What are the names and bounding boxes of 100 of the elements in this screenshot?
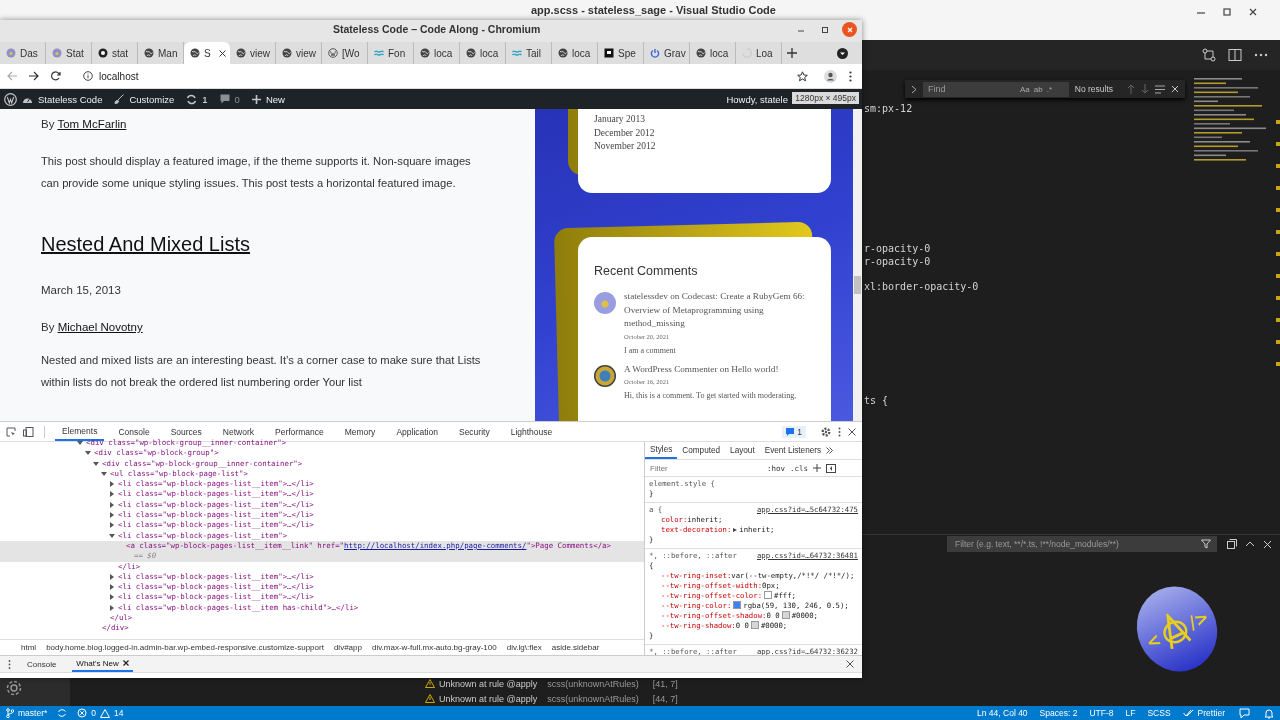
devtools-tab[interactable]: Lighthouse — [503, 422, 560, 441]
more-icon[interactable] — [1254, 53, 1268, 57]
breadcrumb[interactable]: div.lg\:flex — [506, 643, 542, 652]
devtools-tab[interactable]: Sources — [163, 422, 209, 441]
refresh-icon[interactable] — [186, 93, 198, 105]
forward-icon[interactable] — [29, 71, 39, 81]
devtools-tab[interactable]: Network — [215, 422, 261, 441]
update-count[interactable]: 1 — [202, 93, 208, 105]
archive-link[interactable]: November 2012 — [594, 140, 656, 154]
filter-field[interactable]: Filter (e.g. text, **/*.ts, !**/node_modules/**) — [947, 536, 1217, 552]
address-bar[interactable]: localhost — [83, 66, 812, 86]
breadcrumb[interactable]: html — [21, 643, 37, 652]
breadcrumb[interactable]: div.max-w-full.mx-auto.bg-gray-100 — [371, 643, 497, 652]
language-mode[interactable]: SCSS — [1147, 708, 1171, 718]
find-field[interactable]: Find Aa ab .* — [923, 81, 1069, 97]
color-swatch[interactable] — [781, 611, 790, 619]
styles-tab[interactable]: Computed — [677, 442, 726, 459]
color-swatch[interactable] — [733, 601, 742, 609]
reload-icon[interactable] — [51, 71, 61, 81]
split-editor-icon[interactable] — [1228, 48, 1242, 62]
color-swatch[interactable] — [750, 621, 759, 629]
styles-tab[interactable]: Styles — [645, 442, 678, 459]
browser-tab[interactable]: S — [184, 42, 230, 64]
profile-icon[interactable] — [824, 69, 837, 83]
plus-icon[interactable] — [787, 48, 797, 58]
find-option[interactable]: .* — [1046, 84, 1053, 94]
error-count[interactable]: 0 — [91, 708, 97, 718]
styles-tab[interactable]: Layout — [725, 442, 760, 459]
wordpress-icon[interactable] — [4, 92, 17, 106]
feedback-icon[interactable] — [1239, 707, 1250, 719]
breadcrumb[interactable]: aside.sidebar — [551, 643, 600, 652]
find-option[interactable]: Aa — [1020, 84, 1030, 94]
plus-icon[interactable] — [813, 464, 822, 472]
close-icon[interactable] — [219, 49, 226, 57]
warning-icon[interactable] — [100, 708, 111, 718]
chevron-icon[interactable] — [911, 84, 917, 94]
archive-link[interactable]: January 2013 — [594, 113, 645, 127]
collapse-all-icon[interactable] — [1227, 539, 1237, 549]
author-link[interactable]: Michael Novotny — [57, 321, 143, 333]
new-link[interactable]: New — [265, 93, 285, 105]
bell-icon[interactable] — [1264, 707, 1274, 719]
indentation[interactable]: Spaces: 2 — [1039, 708, 1078, 718]
speech-bubble-icon[interactable] — [219, 94, 230, 104]
drawer-tab[interactable]: Console — [23, 656, 61, 672]
devtools-tab[interactable]: Security — [451, 422, 497, 441]
warning-count[interactable]: 14 — [114, 708, 124, 718]
close-icon[interactable] — [848, 427, 856, 436]
star-icon[interactable] — [797, 70, 808, 82]
inspect-icon[interactable] — [6, 426, 16, 437]
double-chevron-icon[interactable] — [826, 447, 834, 454]
comment-count[interactable]: 0 — [234, 93, 240, 105]
compare-changes-icon[interactable] — [1202, 48, 1216, 62]
post-title[interactable]: Nested And Mixed Lists — [41, 231, 535, 257]
more-icon[interactable] — [838, 426, 841, 437]
more-icon[interactable] — [849, 70, 852, 82]
formatter[interactable]: Prettier — [1197, 708, 1225, 718]
cursor-position[interactable]: Ln 44, Col 40 — [977, 708, 1028, 718]
devtools-tab[interactable]: Memory — [337, 422, 383, 441]
archive-link[interactable]: December 2012 — [594, 126, 655, 140]
branch-icon[interactable] — [6, 708, 14, 718]
scrollbar[interactable] — [853, 109, 862, 421]
sidebar-toggle-icon[interactable] — [826, 463, 837, 473]
issues-button[interactable]: 1 — [782, 425, 806, 438]
brush-icon[interactable] — [114, 94, 125, 104]
maximize-button[interactable] — [1220, 5, 1234, 19]
arrow-up-icon[interactable] — [1127, 84, 1136, 94]
breadcrumb[interactable]: body.home.blog.logged-in.admin-bar.wp-embed-responsive.customize-support — [46, 643, 324, 652]
greeting-link[interactable]: Howdy, statele — [726, 93, 788, 105]
settings-icon[interactable] — [5, 679, 23, 697]
info-icon[interactable] — [83, 71, 93, 81]
double-check-icon[interactable] — [1182, 709, 1194, 717]
error-icon[interactable] — [77, 708, 88, 718]
expand-arrow-icon[interactable] — [733, 528, 738, 532]
chevron-up-icon[interactable] — [1245, 541, 1255, 547]
styles-tab[interactable]: Event Listeners — [759, 442, 827, 459]
encoding[interactable]: UTF-8 — [1089, 708, 1114, 718]
close-icon[interactable] — [122, 660, 129, 666]
settings-icon[interactable] — [821, 426, 831, 437]
problem-message[interactable]: Unknown at rule @apply — [439, 693, 538, 704]
comment-link[interactable]: statelessdev on Codecast: Create a RubyGem 66: Overview of Metaprogramming using method_missing — [624, 290, 817, 331]
find-option[interactable]: ab — [1033, 84, 1043, 94]
devtools-tab[interactable]: Elements — [55, 422, 105, 441]
close-icon[interactable] — [846, 660, 854, 668]
site-link[interactable]: Stateless Code — [38, 93, 103, 105]
comment-link[interactable]: A WordPress Commenter on Hello world! — [624, 362, 797, 376]
branch-name[interactable]: master* — [18, 708, 48, 718]
dropdown-icon[interactable] — [837, 47, 848, 59]
problem-message[interactable]: Unknown at rule @apply — [439, 678, 538, 689]
lines-icon[interactable] — [1155, 84, 1165, 94]
funnel-icon[interactable] — [1201, 539, 1211, 549]
drawer-tab[interactable]: What's New — [72, 656, 133, 672]
line-ending[interactable]: LF — [1125, 708, 1136, 718]
devtools-tab[interactable]: Application — [389, 422, 445, 441]
device-icon[interactable] — [23, 426, 34, 437]
arrow-down-icon[interactable] — [1141, 84, 1149, 94]
color-swatch[interactable] — [764, 591, 773, 599]
customize-link[interactable]: Customize — [129, 93, 175, 105]
breadcrumb[interactable]: div#app — [333, 643, 362, 652]
author-link[interactable]: Tom McFarlin — [57, 118, 127, 130]
more-icon[interactable] — [8, 659, 11, 669]
